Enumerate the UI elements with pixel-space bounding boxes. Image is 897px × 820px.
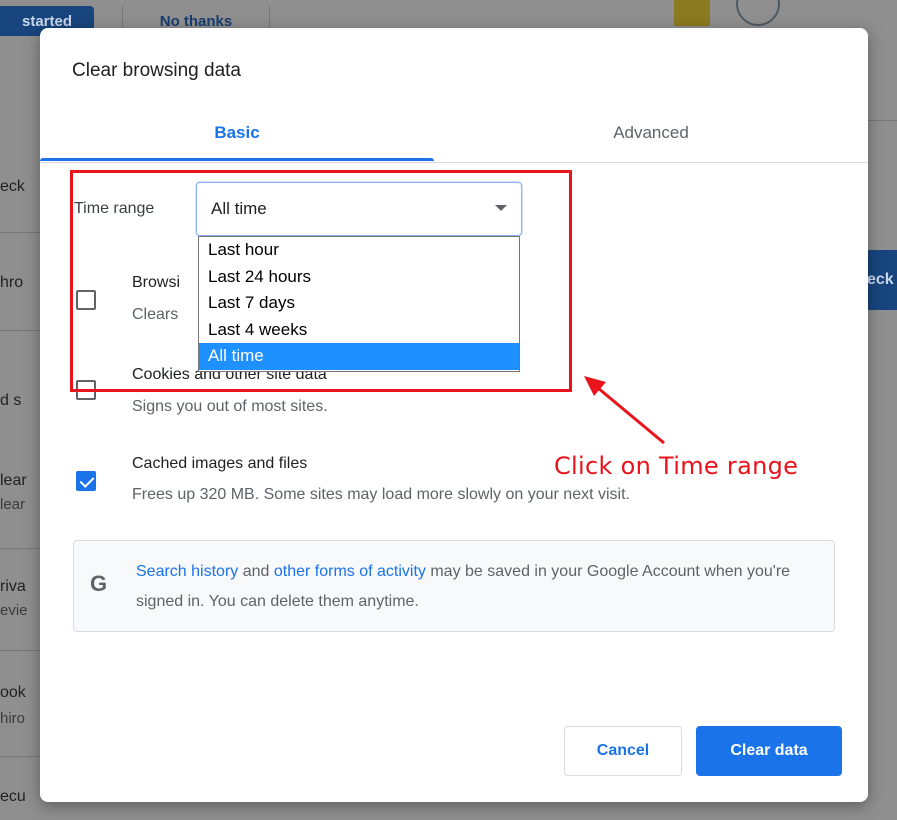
annotation-arrow-icon	[584, 376, 665, 445]
annotation-text: Click on Time range	[554, 452, 799, 480]
